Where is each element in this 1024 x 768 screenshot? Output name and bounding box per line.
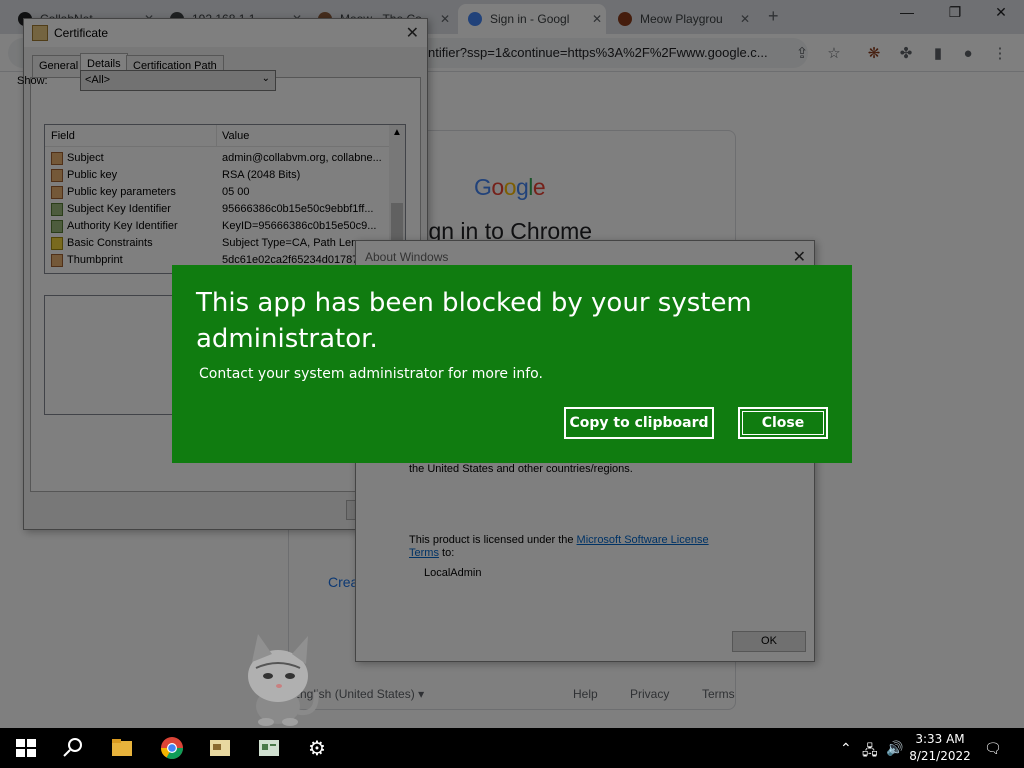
settings-gear-icon[interactable]: ⚙ (308, 736, 326, 761)
file-explorer-icon[interactable] (110, 736, 134, 760)
control-panel-icon[interactable] (257, 736, 281, 760)
notification-icon[interactable]: 🗨 (984, 740, 1002, 757)
volume-icon[interactable]: 🔊 (886, 740, 903, 757)
copy-to-clipboard-button[interactable]: Copy to clipboard (564, 407, 714, 439)
chevron-up-icon[interactable]: ⌃ (840, 740, 852, 757)
clock-date: 8/21/2022 (909, 749, 971, 763)
search-icon[interactable] (61, 736, 85, 760)
close-button[interactable]: Close (738, 407, 828, 439)
clock-time: 3:33 AM (915, 732, 965, 746)
certificate-manager-icon[interactable] (208, 736, 232, 760)
app-blocked-dialog: This app has been blocked by your system… (172, 265, 852, 463)
blocked-title: This app has been blocked by your system… (196, 288, 752, 354)
chrome-icon[interactable] (160, 736, 184, 760)
blocked-message: Contact your system administrator for mo… (199, 366, 543, 382)
system-clock[interactable]: 3:33 AM 8/21/2022 (908, 731, 972, 765)
network-icon[interactable]: 🖧 (862, 740, 878, 764)
cat-sticker-icon (248, 634, 319, 726)
windows-start-icon[interactable] (14, 736, 38, 760)
windows-taskbar: ⚙ ⌃ 🖧 🔊 3:33 AM 8/21/2022 🗨 (0, 728, 1024, 768)
